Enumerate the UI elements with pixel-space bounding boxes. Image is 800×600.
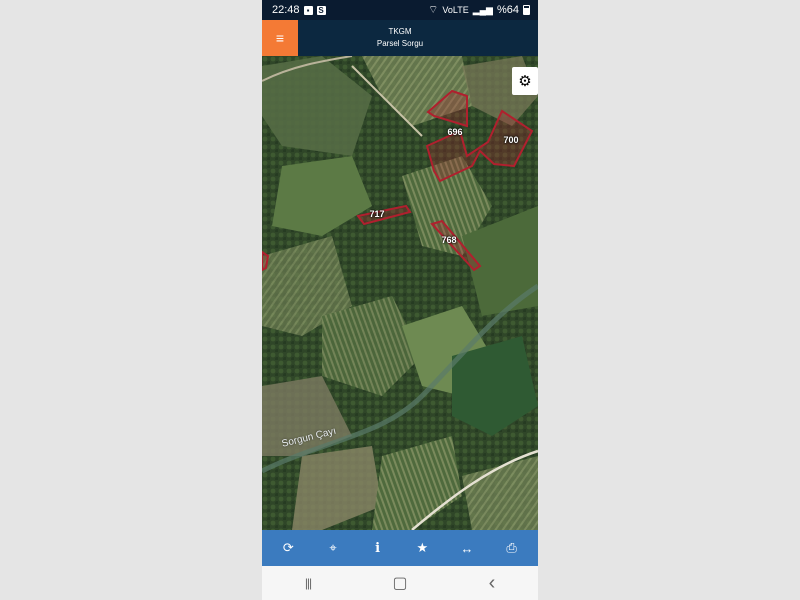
battery-percent: %64 <box>496 4 519 16</box>
parcel-label: 717 <box>369 209 385 219</box>
refresh-icon: ⟳ <box>282 540 294 555</box>
recent-apps-button[interactable]: ||| <box>288 574 328 592</box>
locate-icon: ⌖ <box>329 540 337 555</box>
home-icon: ▢ <box>392 575 408 592</box>
map-imagery <box>262 56 538 530</box>
back-icon: ‹ <box>488 571 496 594</box>
info-icon: i <box>375 540 381 556</box>
measure-icon: ↔ <box>460 540 474 556</box>
gear-icon: ⚙ <box>518 73 532 90</box>
volte-icon: VoLTE <box>442 5 469 15</box>
s-app-icon: S <box>316 5 326 15</box>
parcel-label: 768 <box>441 235 457 245</box>
measure-button[interactable]: ↔ <box>452 533 482 563</box>
signal-icon: ▂▄▆ <box>472 4 493 15</box>
favorite-button[interactable]: ★ <box>407 533 437 563</box>
header-title-line2: Parsel Sorgu <box>376 39 424 48</box>
print-button[interactable]: ⎙ <box>497 533 527 563</box>
bottom-toolbar: ⟳ ⌖ i ★ ↔ ⎙ <box>262 530 538 566</box>
app-header: ≡ TKGM Parsel Sorgu <box>262 20 538 56</box>
recent-apps-icon: ||| <box>304 576 312 590</box>
parcel-edge-shape[interactable] <box>262 250 270 272</box>
system-nav-bar: ||| ▢ ‹ <box>262 566 538 600</box>
star-icon: ★ <box>416 540 429 555</box>
image-icon: ▪ <box>303 5 313 15</box>
home-button[interactable]: ▢ <box>380 573 420 593</box>
print-icon: ⎙ <box>506 540 517 555</box>
parcel-label: 700 <box>503 135 519 145</box>
header-title-line1: TKGM <box>388 27 412 36</box>
settings-button[interactable]: ⚙ <box>512 67 538 95</box>
phone-screen: 22:48 ▪ S ⌔ VoLTE ▂▄▆ %64 ≡ TKGM Parsel … <box>262 0 538 600</box>
wifi-icon: ⌔ <box>428 4 439 16</box>
refresh-button[interactable]: ⟳ <box>273 533 303 563</box>
status-time: 22:48 <box>272 4 300 16</box>
info-button[interactable]: i <box>363 533 393 563</box>
parcel-label: 696 <box>447 127 463 137</box>
back-button[interactable]: ‹ <box>472 572 512 595</box>
header-title: TKGM Parsel Sorgu <box>262 26 538 50</box>
locate-button[interactable]: ⌖ <box>318 533 348 563</box>
status-bar: 22:48 ▪ S ⌔ VoLTE ▂▄▆ %64 <box>262 0 538 20</box>
battery-icon <box>523 5 530 15</box>
satellite-map[interactable]: 696 700 717 768 Sorgun Çayı ⚙ <box>262 56 538 530</box>
